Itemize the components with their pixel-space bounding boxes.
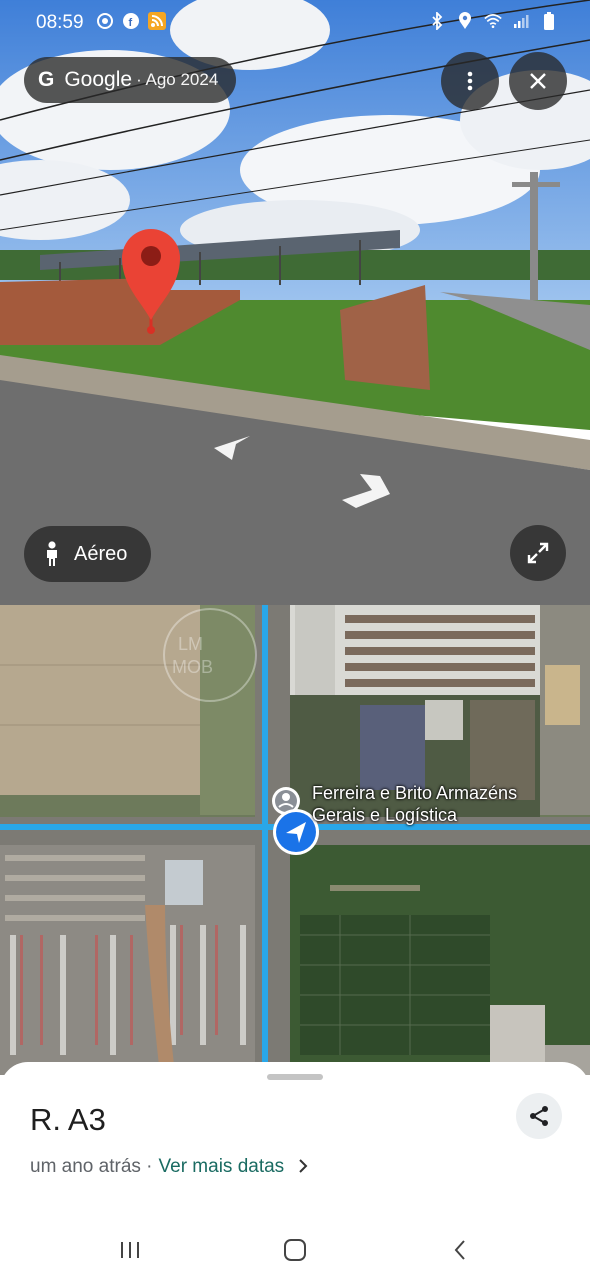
more-dates-link[interactable]: Ver mais datas: [159, 1156, 285, 1178]
close-icon: [530, 73, 546, 89]
recents-button[interactable]: [110, 1232, 150, 1268]
poi-label[interactable]: Ferreira e Brito Armazéns Gerais e Logís…: [312, 782, 517, 826]
signal-icon: [512, 12, 530, 30]
recents-icon: [121, 1242, 139, 1258]
chrome-icon: [96, 12, 114, 30]
street-view-panorama[interactable]: 08:59 f G Google · Ago 2024 Aéreo: [0, 0, 590, 605]
expand-icon: [527, 542, 549, 564]
capture-date-label: · Ago 2024: [136, 70, 219, 89]
more-vert-icon: [467, 71, 473, 91]
svg-text:LM: LM: [178, 634, 203, 654]
date-info-row: um ano atrás · Ver mais datas: [30, 1156, 308, 1178]
rss-icon: [148, 12, 166, 30]
place-title: R. A3: [30, 1102, 106, 1137]
time-ago-label: um ano atrás ·: [30, 1156, 153, 1177]
aerial-view-button[interactable]: Aéreo: [24, 526, 152, 582]
back-icon: [454, 1240, 465, 1260]
chevron-right-icon[interactable]: [298, 1157, 308, 1178]
more-options-button[interactable]: [441, 52, 499, 110]
close-button[interactable]: [509, 52, 567, 110]
bottom-sheet[interactable]: R. A3 um ano atrás · Ver mais datas: [0, 1062, 590, 1280]
share-icon: [530, 1106, 548, 1126]
pegman-icon: [47, 541, 57, 566]
satellite-map[interactable]: LM MOB Ferreira e Brito Armazéns Gerais …: [0, 605, 590, 1075]
home-icon: [284, 1239, 306, 1261]
svg-text:MOB: MOB: [172, 657, 213, 677]
sheet-drag-handle[interactable]: [267, 1074, 323, 1080]
facebook-icon: f: [122, 12, 140, 30]
status-time: 08:59: [36, 12, 84, 33]
wifi-icon: [484, 12, 502, 30]
satellite-imagery: LM MOB: [0, 605, 590, 1075]
location-icon: [456, 12, 474, 30]
poi-label-line1: Ferreira e Brito Armazéns: [312, 783, 518, 803]
google-date-pill[interactable]: G Google · Ago 2024: [24, 57, 237, 103]
aerial-view-label: Aéreo: [74, 542, 128, 565]
back-button[interactable]: [440, 1232, 480, 1268]
battery-icon: [540, 12, 558, 30]
svg-text:f: f: [129, 17, 133, 29]
google-g-icon: G: [38, 68, 55, 91]
system-navigation-bar: [0, 1222, 590, 1278]
poi-label-line2: Gerais e Logística: [312, 805, 458, 825]
home-button[interactable]: [275, 1232, 315, 1268]
bluetooth-icon: [428, 12, 446, 30]
google-brand-label: Google: [64, 68, 133, 91]
status-bar: 08:59 f: [0, 0, 590, 46]
expand-button[interactable]: [510, 525, 566, 581]
share-button[interactable]: [516, 1093, 562, 1139]
